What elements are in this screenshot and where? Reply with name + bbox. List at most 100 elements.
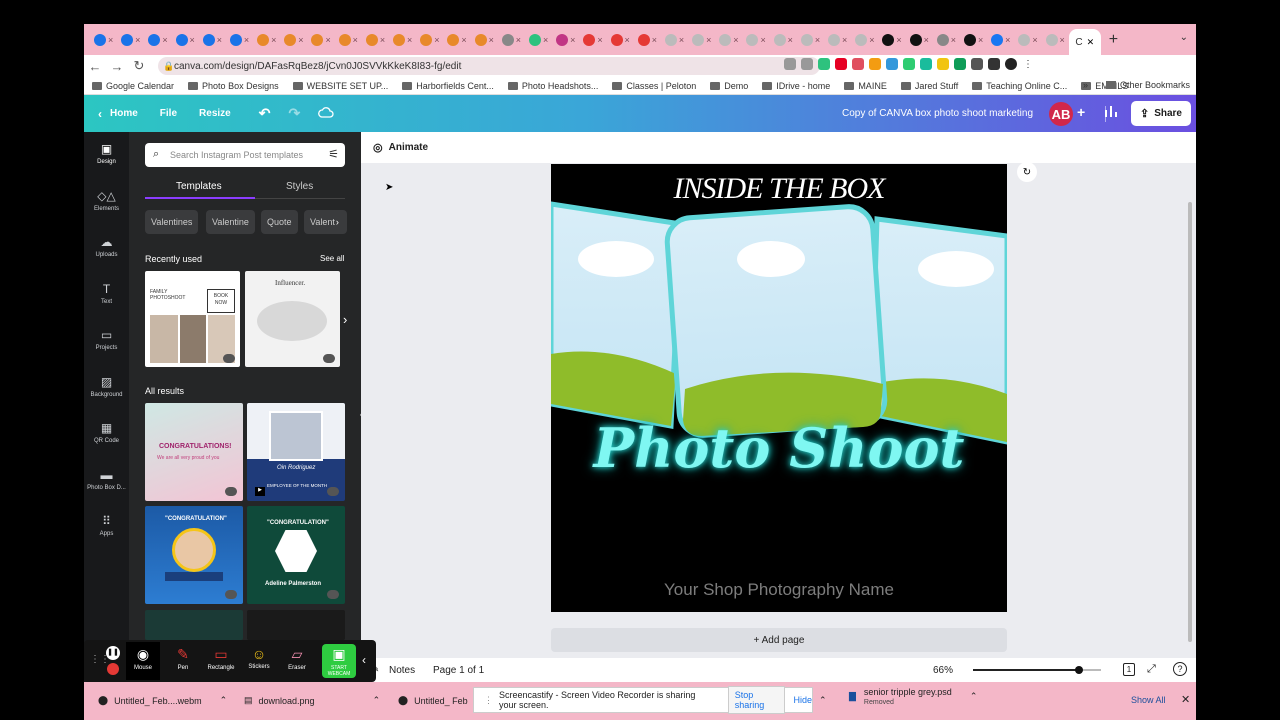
design-shop-name[interactable]: Your Shop Photography Name	[551, 580, 1007, 600]
other-bookmarks[interactable]: » Other Bookmarks	[1083, 80, 1190, 90]
template-search-input[interactable]: ⌕ Search Instagram Post templates ⚟	[145, 143, 345, 167]
browser-tab[interactable]: ×	[498, 29, 525, 51]
rail-item-apps[interactable]: ⠿ Apps	[84, 514, 129, 537]
browser-tab[interactable]: ×	[443, 29, 470, 51]
browser-tab[interactable]: ×	[797, 29, 824, 51]
browser-tab[interactable]: ×	[579, 29, 606, 51]
close-tab-icon[interactable]: ×	[815, 35, 820, 45]
back-icon[interactable]: ←	[84, 59, 106, 74]
close-tab-icon[interactable]: ×	[679, 35, 684, 45]
close-tab-icon[interactable]: ×	[1060, 35, 1065, 45]
rail-item-elements[interactable]: ◇△ Elements	[84, 189, 129, 212]
close-tab-icon[interactable]: ×	[298, 35, 303, 45]
chevron-right-icon[interactable]: ›	[336, 217, 339, 227]
close-tab-icon[interactable]: ×	[461, 35, 466, 45]
browser-tab[interactable]: ×	[634, 29, 661, 51]
rectangle-tool[interactable]: ▭ Rectangle	[204, 646, 238, 671]
close-tab-icon[interactable]: ×	[788, 35, 793, 45]
bookmark-star-icon[interactable]	[801, 58, 813, 70]
bookmark-item[interactable]: Photo Headshots...	[507, 81, 598, 91]
close-tab-icon[interactable]: ×	[1005, 35, 1010, 45]
extension-icon[interactable]	[886, 58, 898, 70]
active-browser-tab[interactable]: C ✕	[1068, 29, 1101, 55]
profile-icon[interactable]	[1005, 58, 1017, 70]
rail-item-qr-code[interactable]: ▦ QR Code	[84, 421, 129, 444]
rail-item-uploads[interactable]: ☁ Uploads	[84, 235, 129, 258]
bookmark-item[interactable]: Google Calendar	[92, 81, 174, 91]
browser-tab[interactable]: ×	[1042, 29, 1069, 51]
zoom-level[interactable]: 66%	[933, 665, 953, 676]
show-all-button[interactable]: Show All	[1131, 695, 1166, 705]
undo-icon[interactable]: ↶	[259, 105, 271, 122]
bookmark-item[interactable]: IDrive - home	[762, 81, 830, 91]
close-tab-icon[interactable]: ×	[1032, 35, 1037, 45]
stop-sharing-button[interactable]: Stop sharing	[727, 686, 786, 714]
browser-tab[interactable]: ×	[199, 29, 226, 51]
menu-dots-icon[interactable]: ⋮	[1022, 58, 1034, 70]
notes-button[interactable]: Notes	[389, 665, 415, 676]
download-item[interactable]: ▤ download.png ⌃	[244, 695, 380, 706]
browser-tab[interactable]: ×	[280, 29, 307, 51]
extension-icon[interactable]	[937, 58, 949, 70]
pause-icon[interactable]: ❚❚	[106, 646, 120, 660]
close-tab-icon[interactable]: ×	[652, 35, 657, 45]
result-template-congratulation-blue[interactable]: "CONGRATULATION"	[145, 506, 243, 604]
fullscreen-icon[interactable]: ⤢	[1147, 663, 1156, 676]
close-tab-icon[interactable]: ×	[733, 35, 738, 45]
chevron-up-icon[interactable]: ⌃	[819, 695, 827, 706]
recent-template-family-photoshoot[interactable]: FAMILY PHOTOSHOOT BOOK NOW	[145, 271, 240, 367]
file-menu[interactable]: File	[160, 108, 177, 119]
browser-tab[interactable]: ×	[960, 29, 987, 51]
bookmark-item[interactable]: Photo Box Designs	[188, 81, 279, 91]
bookmarks-more-icon[interactable]: »	[1083, 80, 1088, 90]
result-template[interactable]	[145, 610, 243, 640]
browser-tab[interactable]: ×	[1014, 29, 1041, 51]
browser-tab[interactable]: ×	[824, 29, 851, 51]
close-tab-icon[interactable]: ×	[869, 35, 874, 45]
browser-tab[interactable]: ×	[743, 29, 770, 51]
sidepanel-icon[interactable]	[988, 58, 1000, 70]
browser-tab[interactable]: ×	[117, 29, 144, 51]
forward-icon[interactable]: →	[106, 59, 128, 74]
browser-tab[interactable]: ×	[878, 29, 905, 51]
browser-tab[interactable]: ×	[253, 29, 280, 51]
result-template-congratulations[interactable]: CONGRATULATIONS! We are all very proud o…	[145, 403, 243, 501]
pen-tool[interactable]: ✎ Pen	[166, 646, 200, 671]
start-webcam-tool[interactable]: ▣ START WEBCAM	[322, 644, 356, 678]
bookmark-item[interactable]: Jared Stuff	[900, 81, 958, 91]
browser-tab[interactable]: ×	[987, 29, 1014, 51]
browser-tab[interactable]: ×	[471, 29, 498, 51]
pinterest-icon[interactable]	[835, 58, 847, 70]
browser-tab[interactable]: ×	[416, 29, 443, 51]
close-tab-icon[interactable]: ✕	[1087, 37, 1095, 48]
tab-styles[interactable]: Styles	[286, 181, 313, 192]
stop-record-icon[interactable]	[107, 663, 119, 675]
close-icon[interactable]: ✕	[1181, 693, 1190, 706]
avatar[interactable]: AB	[1049, 102, 1073, 126]
bookmark-item[interactable]: Teaching Online C...	[972, 81, 1067, 91]
filter-icon[interactable]: ⚟	[328, 147, 339, 161]
chevron-up-icon[interactable]: ⌃	[220, 695, 228, 706]
close-tab-icon[interactable]: ×	[271, 35, 276, 45]
close-tab-icon[interactable]: ×	[924, 35, 929, 45]
browser-tab[interactable]: ×	[172, 29, 199, 51]
browser-tab[interactable]: ×	[308, 29, 335, 51]
share-page-icon[interactable]	[784, 58, 796, 70]
design-neon-text[interactable]: Photo Shoot	[551, 416, 1007, 480]
browser-tab[interactable]: ×	[362, 29, 389, 51]
bookmark-item[interactable]: Classes | Peloton	[612, 81, 696, 91]
close-tab-icon[interactable]: ×	[407, 35, 412, 45]
browser-tab[interactable]: ×	[770, 29, 797, 51]
close-tab-icon[interactable]: ×	[978, 35, 983, 45]
see-all-link[interactable]: See all	[320, 254, 344, 263]
browser-tab[interactable]: ×	[715, 29, 742, 51]
animate-button[interactable]: Animate	[389, 142, 428, 153]
browser-tab[interactable]: ×	[933, 29, 960, 51]
download-item[interactable]: ▇ senior tripple grey.psd Removed ⌃	[849, 687, 977, 706]
browser-tab[interactable]: ×	[389, 29, 416, 51]
eraser-tool[interactable]: ▱ Eraser	[280, 646, 314, 671]
help-icon[interactable]: ?	[1173, 662, 1187, 676]
result-template-employee-month[interactable]: Oin Rodriguez EMPLOYEE OF THE MONTH ▶	[247, 403, 345, 501]
rail-item-projects[interactable]: ▭ Projects	[84, 328, 129, 351]
download-item[interactable]: ⬤ Untitled_ Feb	[398, 695, 468, 706]
